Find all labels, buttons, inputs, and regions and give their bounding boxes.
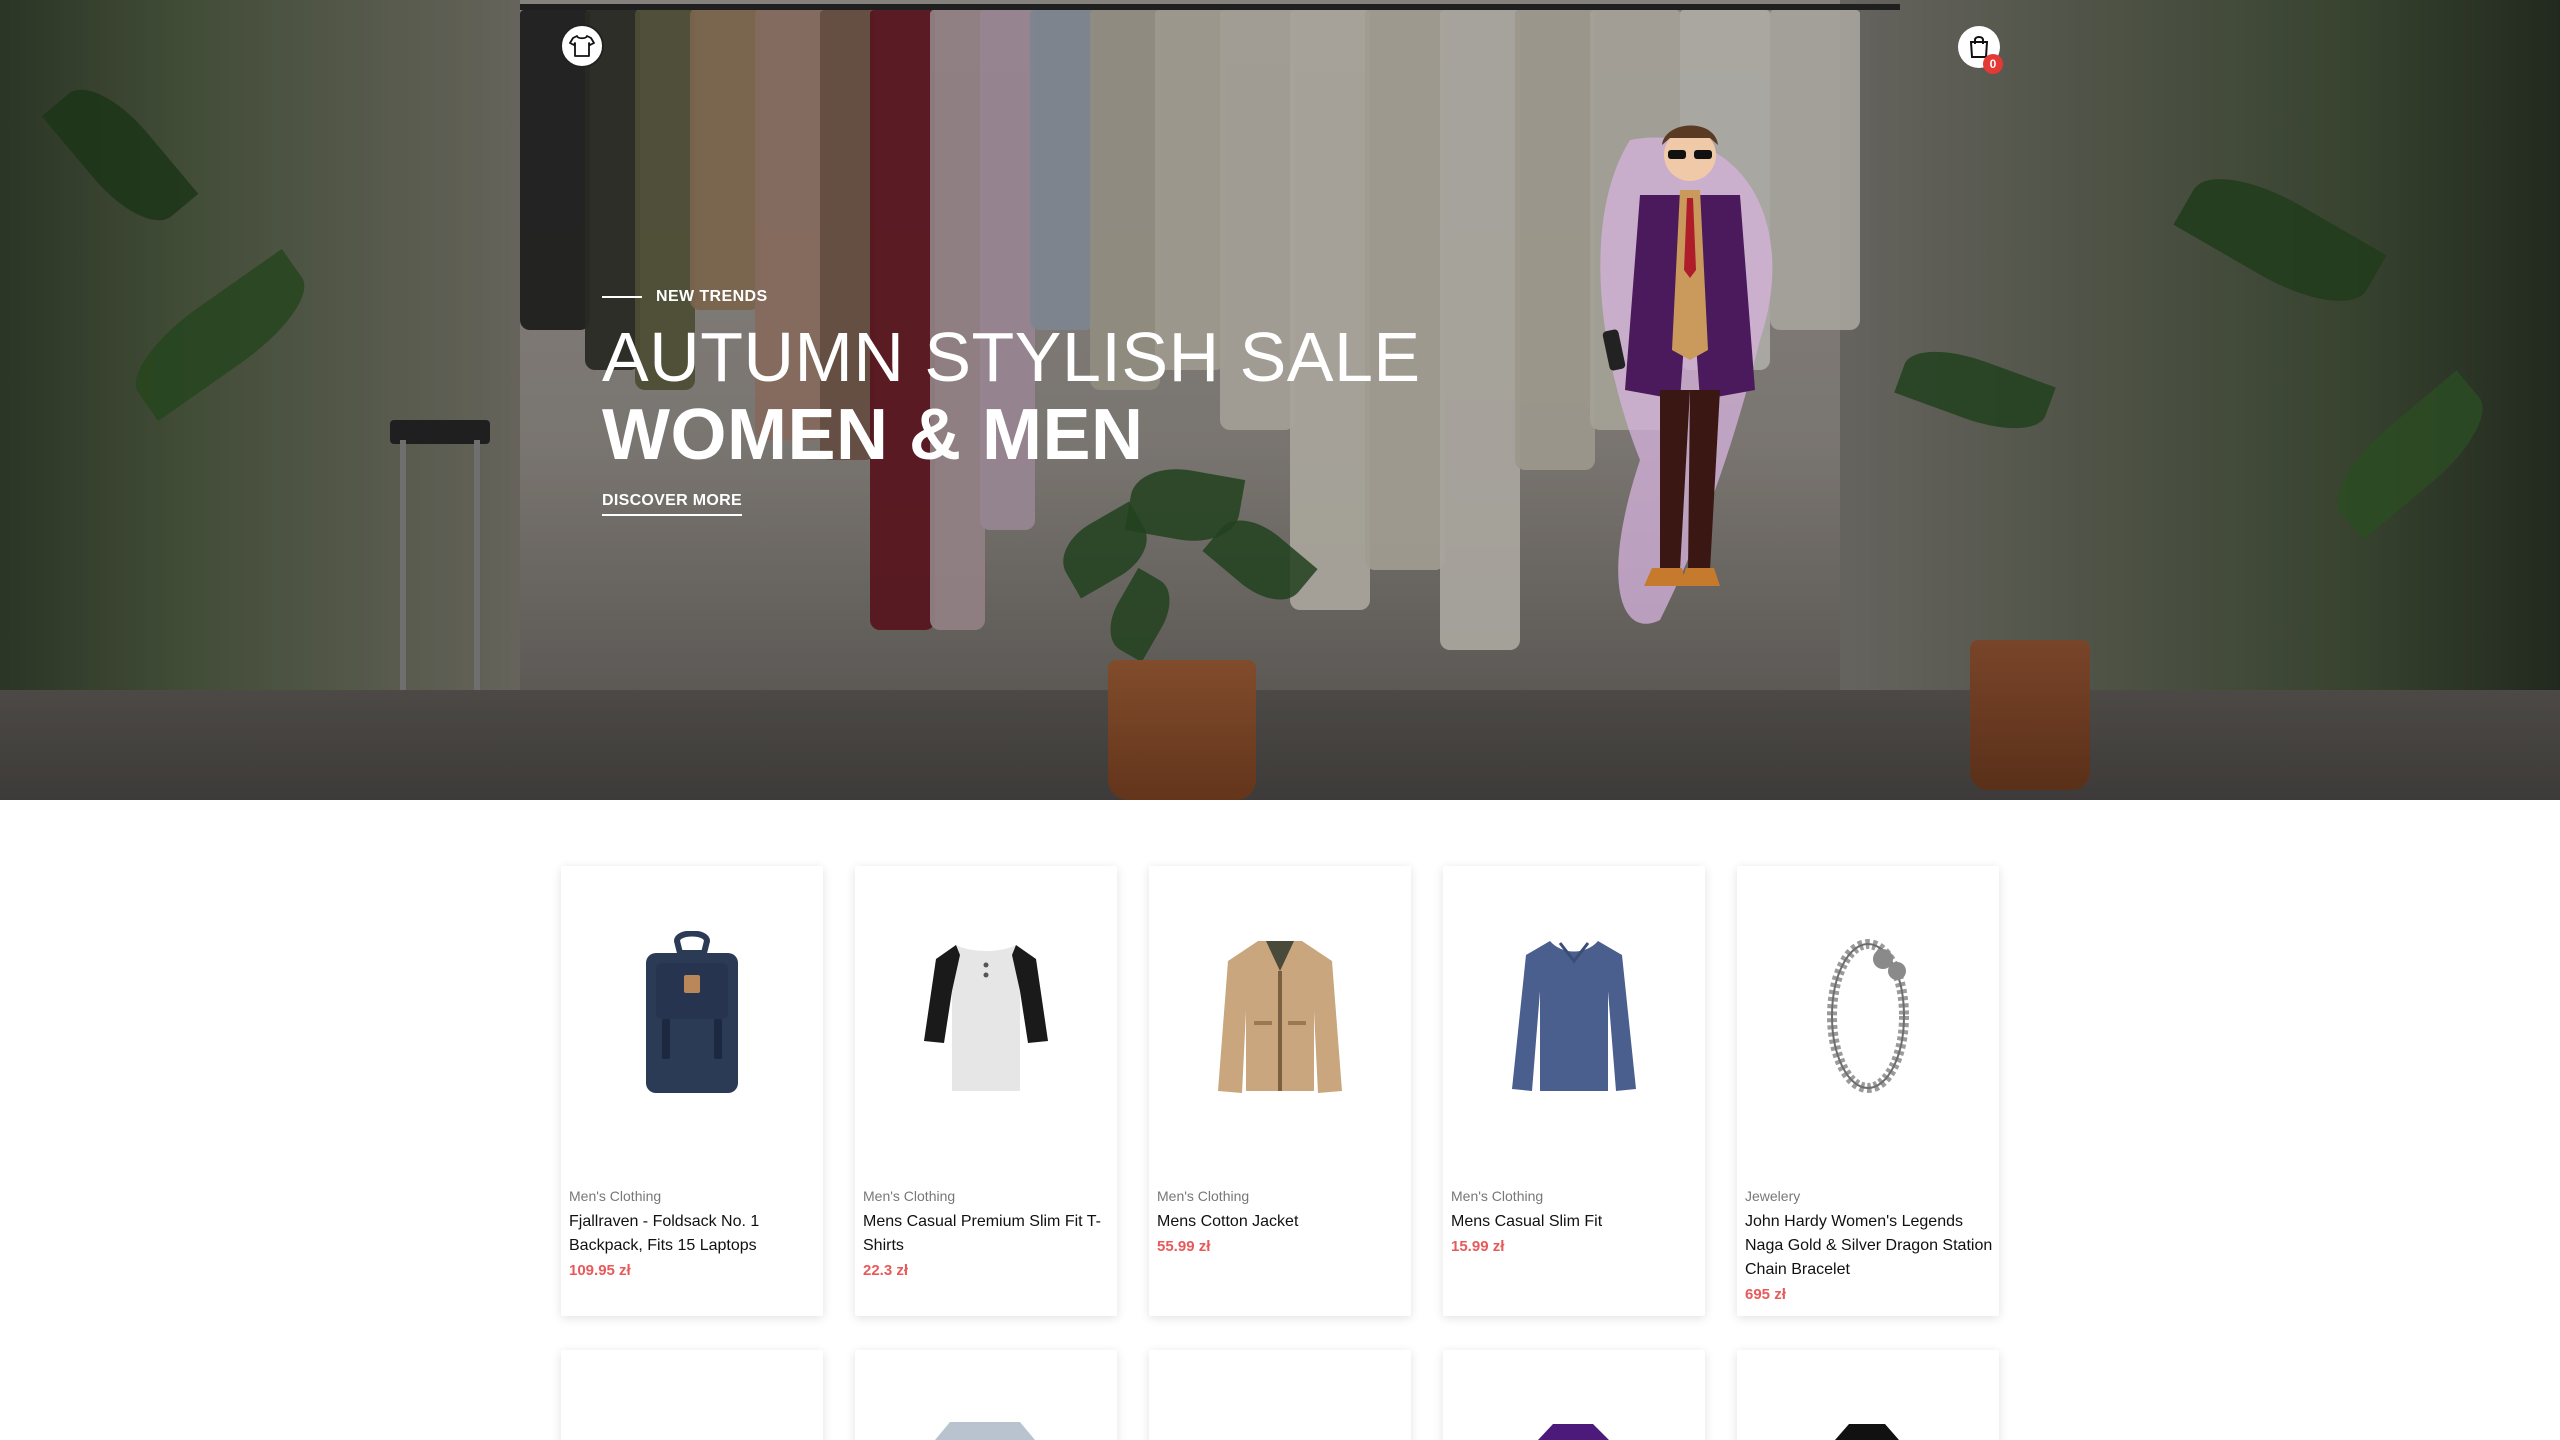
product-image[interactable] [855, 866, 1117, 1166]
product-image[interactable] [1737, 866, 1999, 1166]
discover-more-link[interactable]: DISCOVER MORE [602, 492, 742, 516]
product-price: 109.95 zł [569, 1262, 631, 1279]
fashion-model-illustration [1600, 125, 1773, 624]
product-card[interactable] [1737, 1350, 1999, 1440]
product-image[interactable] [1443, 866, 1705, 1166]
eyebrow-line [602, 296, 642, 298]
product-image[interactable] [561, 866, 823, 1166]
product-card[interactable]: Men's Clothing Mens Cotton Jacket 55.99 … [1149, 866, 1411, 1316]
product-category: Men's Clothing [569, 1188, 662, 1204]
product-title[interactable]: Fjallraven - Foldsack No. 1 Backpack, Fi… [569, 1210, 817, 1258]
hero-banner: 0 NEW TRENDS AUTUMN STYLISH SALE WOMEN &… [0, 0, 2560, 800]
product-price: 22.3 zł [863, 1262, 909, 1279]
cart-count-badge: 0 [1983, 54, 2003, 74]
product-card[interactable]: Jewelery John Hardy Women's Legends Naga… [1737, 866, 1999, 1316]
product-image-partial [1538, 1424, 1609, 1440]
longsleeve-shirt-icon [1512, 941, 1636, 1091]
hero-headline-line2: WOMEN & MEN [602, 395, 1144, 475]
product-title[interactable]: Mens Cotton Jacket [1157, 1210, 1405, 1234]
product-image[interactable] [1149, 866, 1411, 1166]
product-title[interactable]: Mens Casual Slim Fit [1451, 1210, 1699, 1234]
product-price: 55.99 zł [1157, 1238, 1211, 1255]
product-card[interactable] [561, 1350, 823, 1440]
product-title[interactable]: Mens Casual Premium Slim Fit T-Shirts [863, 1210, 1111, 1258]
hero-eyebrow: NEW TRENDS [602, 288, 1421, 306]
hero-headline-line1: AUTUMN STYLISH SALE [602, 318, 1421, 396]
raglan-tshirt-icon [924, 945, 1048, 1091]
eyebrow-text: NEW TRENDS [656, 288, 768, 305]
product-category: Men's Clothing [863, 1188, 956, 1204]
backpack-icon [646, 931, 738, 1093]
product-card[interactable] [1149, 1350, 1411, 1440]
product-card[interactable] [1443, 1350, 1705, 1440]
product-category: Men's Clothing [1451, 1188, 1544, 1204]
product-price: 695 zł [1745, 1286, 1786, 1303]
product-card[interactable]: Men's Clothing Mens Casual Slim Fit 15.9… [1443, 866, 1705, 1316]
jacket-icon [1218, 941, 1342, 1093]
logo-tshirt-icon[interactable] [560, 24, 604, 68]
product-card[interactable]: Men's Clothing Mens Casual Premium Slim … [855, 866, 1117, 1316]
product-card[interactable]: Men's Clothing Fjallraven - Foldsack No.… [561, 866, 823, 1316]
product-title[interactable]: John Hardy Women's Legends Naga Gold & S… [1745, 1210, 1993, 1282]
product-image-partial [935, 1422, 1035, 1440]
product-image-partial [1835, 1424, 1899, 1440]
bracelet-icon [1827, 939, 1909, 1093]
product-category: Jewelery [1745, 1188, 1801, 1204]
product-category: Men's Clothing [1157, 1188, 1250, 1204]
product-card[interactable] [855, 1350, 1117, 1440]
hero-copy: NEW TRENDS AUTUMN STYLISH SALE WOMEN & M… [602, 288, 1421, 516]
product-price: 15.99 zł [1451, 1238, 1505, 1255]
